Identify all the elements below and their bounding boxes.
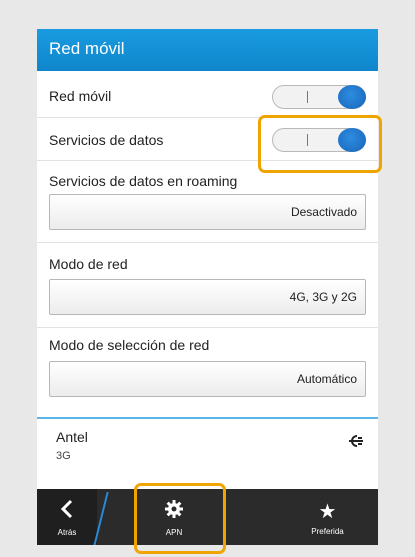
red-movil-toggle[interactable] — [272, 85, 366, 109]
page-title: Red móvil — [49, 39, 125, 58]
section-divider — [37, 417, 378, 419]
highlight-apn — [134, 483, 226, 554]
network-name: Antel — [56, 429, 88, 445]
back-label: Atrás — [57, 528, 77, 537]
modo-seleccion-value: Automático — [296, 372, 357, 386]
toggle-on-mark — [307, 91, 308, 103]
modo-seleccion-dropdown[interactable]: Automático — [49, 361, 366, 397]
roaming-label: Servicios de datos en roaming — [49, 173, 238, 189]
modo-red-dropdown[interactable]: 4G, 3G y 2G — [49, 279, 366, 315]
red-movil-label: Red móvil — [49, 88, 112, 104]
preferida-label: Preferida — [311, 527, 344, 536]
connector-icon — [348, 434, 364, 453]
modo-red-label: Modo de red — [49, 256, 128, 272]
back-button[interactable]: Atrás — [37, 489, 97, 545]
roaming-dropdown[interactable]: Desactivado — [49, 194, 366, 230]
screen: Red móvil Red móvil Servicios de datos S… — [37, 29, 378, 545]
divider — [37, 242, 378, 243]
highlight-toggle — [258, 115, 382, 173]
preferida-button[interactable]: ★ Preferida — [277, 489, 378, 545]
modo-seleccion-label: Modo de selección de red — [49, 337, 210, 353]
chevron-left-icon — [37, 499, 97, 525]
title-bar: Red móvil — [37, 29, 378, 71]
toggle-knob — [338, 85, 366, 109]
star-icon: ★ — [318, 501, 337, 523]
roaming-value: Desactivado — [290, 205, 357, 219]
divider — [37, 327, 378, 328]
modo-red-value: 4G, 3G y 2G — [289, 290, 357, 304]
device-frame: Red móvil Red móvil Servicios de datos S… — [0, 0, 415, 557]
servicios-datos-label: Servicios de datos — [49, 132, 164, 148]
network-type: 3G — [56, 450, 71, 462]
